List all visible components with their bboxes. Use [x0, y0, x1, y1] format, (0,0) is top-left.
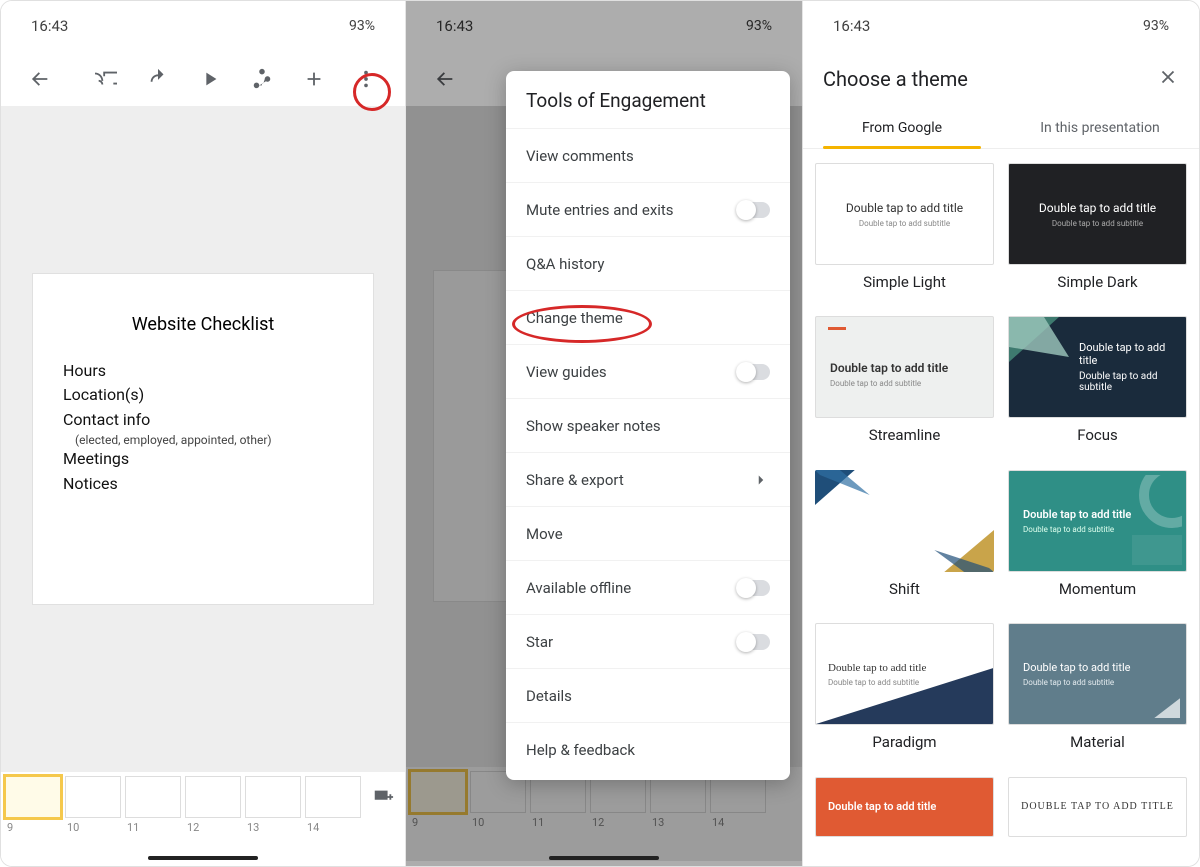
menu-move[interactable]: Move	[506, 506, 790, 560]
menu-title: Tools of Engagement	[506, 71, 790, 128]
slide-thumbnails: 9 10 11 12 13 14	[1, 771, 405, 866]
toggle-mute[interactable]	[736, 202, 770, 218]
screen-1-slides-editor: 16:43 93% Website Checklist Hours Locati…	[1, 1, 406, 866]
page-title: Choose a theme	[823, 67, 968, 91]
status-bar: 16:43 93%	[1, 1, 405, 51]
toggle-star[interactable]	[736, 634, 770, 650]
undo-button[interactable]	[137, 58, 179, 100]
theme-swiss[interactable]: Double tap to add title	[815, 777, 994, 852]
thumb-13[interactable]: 13	[245, 776, 301, 834]
menu-view-guides[interactable]: View guides	[506, 344, 790, 398]
battery-pct: 93%	[349, 18, 375, 34]
back-button[interactable]	[19, 58, 61, 100]
theme-material[interactable]: Double tap to add title Double tap to ad…	[1008, 623, 1187, 766]
choose-theme-header: Choose a theme	[803, 51, 1199, 107]
theme-handwrite[interactable]: DOUBLE TAP TO ADD TITLE	[1008, 777, 1187, 852]
slide-line: Notices	[63, 472, 343, 497]
theme-simple-light[interactable]: Double tap to add titleDouble tap to add…	[815, 163, 994, 306]
thumb-12[interactable]: 12	[185, 776, 241, 834]
slide-line: Contact info	[63, 408, 343, 433]
slide-line: Location(s)	[63, 383, 343, 408]
battery-pct: 93%	[1143, 18, 1169, 34]
close-button[interactable]	[1157, 66, 1179, 92]
slide-title: Website Checklist	[63, 314, 343, 335]
nav-bar-swipe[interactable]	[148, 856, 258, 860]
present-button[interactable]	[189, 58, 231, 100]
thumb-11[interactable]: 11	[125, 776, 181, 834]
menu-change-theme[interactable]: Change theme	[506, 290, 790, 344]
slide-line: Meetings	[63, 447, 343, 472]
status-time: 16:43	[31, 17, 68, 35]
status-icons: 93%	[331, 18, 375, 34]
status-time: 16:43	[833, 17, 870, 35]
status-icons: 93%	[1125, 18, 1169, 34]
slide-card[interactable]: Website Checklist Hours Location(s) Cont…	[33, 274, 373, 604]
menu-share-export[interactable]: Share & export	[506, 452, 790, 506]
screen-3-choose-theme: 16:43 93% Choose a theme From Google In …	[803, 1, 1199, 866]
add-button[interactable]	[293, 58, 335, 100]
menu-mute-entries[interactable]: Mute entries and exits	[506, 182, 790, 236]
menu-view-comments[interactable]: View comments	[506, 128, 790, 182]
thumb-14[interactable]: 14	[305, 776, 361, 834]
slide-subline: (elected, employed, appointed, other)	[63, 433, 343, 447]
overflow-menu: Tools of Engagement View comments Mute e…	[506, 71, 790, 780]
status-bar: 16:43 93%	[803, 1, 1199, 51]
menu-details[interactable]: Details	[506, 668, 790, 722]
theme-simple-dark[interactable]: Double tap to add titleDouble tap to add…	[1008, 163, 1187, 306]
close-icon	[1157, 66, 1179, 88]
nav-bar-swipe[interactable]	[549, 856, 659, 860]
menu-speaker-notes[interactable]: Show speaker notes	[506, 398, 790, 452]
theme-momentum[interactable]: Double tap to add title Double tap to ad…	[1008, 470, 1187, 613]
theme-grid[interactable]: Double tap to add titleDouble tap to add…	[803, 149, 1199, 866]
editor-toolbar	[1, 51, 405, 106]
theme-focus[interactable]: Double tap to add title Double tap to ad…	[1008, 316, 1187, 459]
toggle-guides[interactable]	[736, 364, 770, 380]
toggle-offline[interactable]	[736, 580, 770, 596]
theme-streamline[interactable]: Double tap to add title Double tap to ad…	[815, 316, 994, 459]
cast-button[interactable]	[85, 58, 127, 100]
add-slide-button[interactable]	[365, 776, 401, 818]
tab-in-presentation[interactable]: In this presentation	[1001, 107, 1199, 148]
menu-help[interactable]: Help & feedback	[506, 722, 790, 776]
screen-2-overflow-menu: 16:43 93% Website Checklist 9 10 11 12 1…	[406, 1, 803, 866]
tab-from-google[interactable]: From Google	[803, 107, 1001, 148]
slide-line: Hours	[63, 359, 343, 384]
theme-tabs: From Google In this presentation	[803, 107, 1199, 149]
slide-canvas[interactable]: Website Checklist Hours Location(s) Cont…	[1, 106, 405, 771]
menu-qa-history[interactable]: Q&A history	[506, 236, 790, 290]
theme-paradigm[interactable]: Double tap to add title Double tap to ad…	[815, 623, 994, 766]
thumb-10[interactable]: 10	[65, 776, 121, 834]
menu-offline[interactable]: Available offline	[506, 560, 790, 614]
share-button[interactable]	[241, 58, 283, 100]
thumb-9[interactable]: 9	[5, 776, 61, 834]
more-button[interactable]	[345, 58, 387, 100]
theme-shift[interactable]: Double tap to add title Double tap to ad…	[815, 470, 994, 613]
chevron-right-icon	[752, 471, 770, 489]
menu-star[interactable]: Star	[506, 614, 790, 668]
